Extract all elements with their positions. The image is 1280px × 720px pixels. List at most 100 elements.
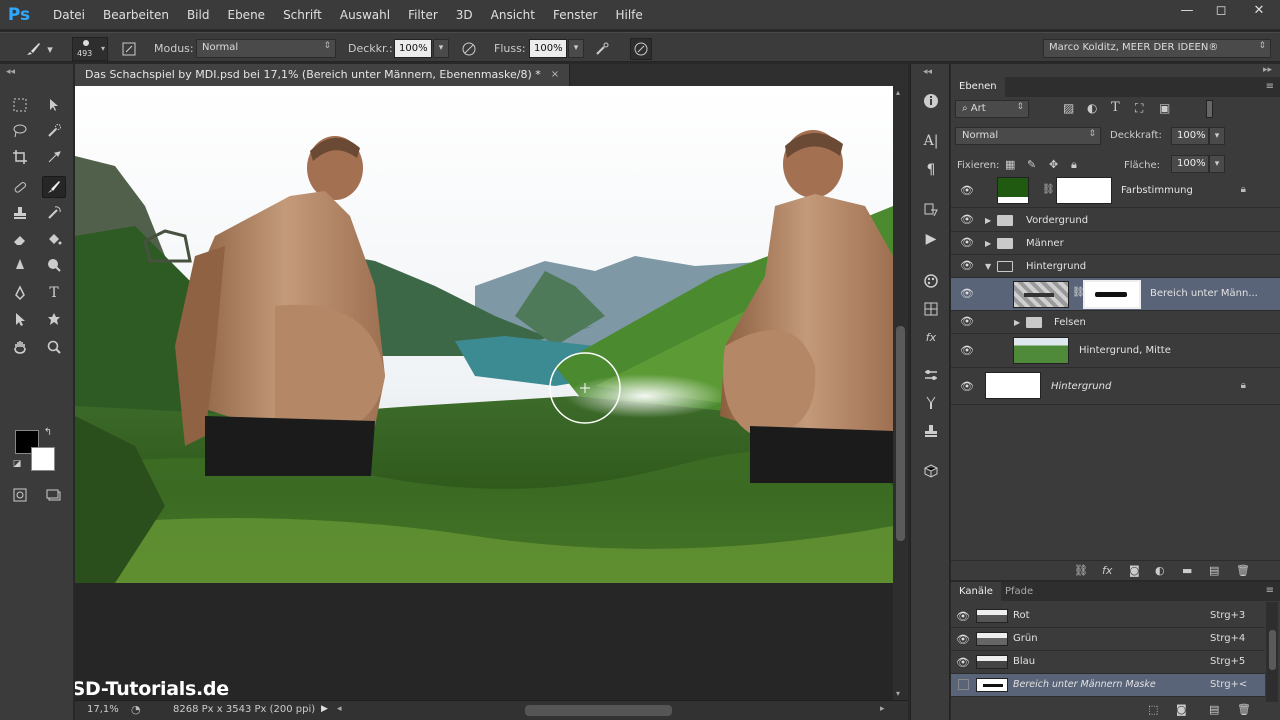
pressure-size-icon[interactable] bbox=[630, 38, 652, 60]
marquee-tool-icon[interactable] bbox=[8, 94, 32, 116]
paint-bucket-tool-icon[interactable] bbox=[42, 228, 66, 250]
menu-3d[interactable]: 3D bbox=[447, 0, 482, 30]
quick-selection-tool-icon[interactable] bbox=[42, 120, 66, 142]
save-selection-icon[interactable]: ◙ bbox=[1176, 703, 1187, 716]
layer-blend-mode-select[interactable]: Normal ⇕ bbox=[955, 127, 1101, 145]
menu-auswahl[interactable]: Auswahl bbox=[331, 0, 399, 30]
load-selection-icon[interactable]: ⬚ bbox=[1148, 703, 1158, 716]
screen-mode-icon[interactable] bbox=[42, 484, 66, 506]
expand-panels-icon[interactable]: ◂◂ bbox=[923, 67, 932, 77]
menu-hilfe[interactable]: Hilfe bbox=[606, 0, 651, 30]
blend-mode-select[interactable]: Normal ⇕ bbox=[196, 39, 336, 58]
lasso-tool-icon[interactable] bbox=[8, 120, 32, 142]
pen-tool-icon[interactable] bbox=[8, 282, 32, 304]
history-icon[interactable] bbox=[919, 199, 943, 221]
opacity-dropdown[interactable]: ▾ bbox=[433, 39, 449, 58]
grid-panel-icon[interactable] bbox=[919, 298, 943, 320]
expand-arrow-icon[interactable]: ▶ bbox=[985, 239, 991, 248]
zoom-level[interactable]: 17,1% bbox=[87, 704, 119, 715]
actions-play-icon[interactable]: ▶ bbox=[919, 228, 943, 250]
lock-transparent-icon[interactable]: ▦ bbox=[1005, 158, 1015, 171]
new-channel-icon[interactable]: ▤ bbox=[1209, 703, 1219, 716]
status-info-icon[interactable]: ◔ bbox=[131, 703, 141, 716]
visibility-eye-icon[interactable]: 👁︎ bbox=[960, 213, 974, 227]
lock-position-icon[interactable]: ✥ bbox=[1049, 158, 1058, 171]
horizontal-scroll-thumb[interactable] bbox=[525, 705, 672, 716]
swatches-icon[interactable] bbox=[919, 270, 943, 292]
workspace-select[interactable]: Marco Kolditz, MEER DER IDEEN® ⇕ bbox=[1043, 39, 1271, 58]
fill-dropdown[interactable]: ▾ bbox=[1209, 155, 1225, 173]
document-canvas[interactable] bbox=[75, 86, 893, 583]
crop-tool-icon[interactable] bbox=[8, 146, 32, 168]
dodge-tool-icon[interactable] bbox=[42, 254, 66, 276]
new-group-icon[interactable]: ▬ bbox=[1182, 564, 1192, 577]
vertical-scroll-thumb[interactable] bbox=[896, 326, 905, 541]
tab-channels[interactable]: Kanäle bbox=[951, 582, 1001, 602]
visibility-eye-icon[interactable]: 👁︎ bbox=[960, 236, 974, 250]
tool-preset-dropdown-icon[interactable]: ▾ bbox=[44, 38, 56, 60]
layer-row[interactable]: 👁︎ ⛓︎ Farbstimmung 🔒︎ bbox=[951, 174, 1280, 208]
visibility-eye-icon[interactable]: 👁︎ bbox=[960, 315, 974, 329]
fill-input[interactable]: 100% bbox=[1171, 155, 1209, 173]
menu-bild[interactable]: Bild bbox=[178, 0, 219, 30]
pressure-opacity-icon[interactable] bbox=[458, 38, 480, 60]
add-layer-style-icon[interactable]: fx bbox=[1102, 564, 1112, 577]
new-adjustment-layer-icon[interactable]: ◐ bbox=[1155, 564, 1165, 577]
hand-tool-icon[interactable] bbox=[8, 336, 32, 358]
filter-toggle[interactable] bbox=[1206, 100, 1213, 118]
history-brush-tool-icon[interactable] bbox=[42, 202, 66, 224]
paragraph-icon[interactable]: ¶ bbox=[919, 159, 943, 181]
brush-presets-icon[interactable] bbox=[919, 392, 943, 414]
maximize-button[interactable]: ◻ bbox=[1204, 0, 1238, 20]
filter-adjustment-icon[interactable]: ◐ bbox=[1087, 101, 1097, 115]
opacity-input[interactable]: 100% bbox=[394, 39, 432, 58]
brush-preset-picker[interactable]: 493 ▾ bbox=[72, 37, 108, 61]
flow-input[interactable]: 100% bbox=[529, 39, 567, 58]
layer-opacity-dropdown[interactable]: ▾ bbox=[1209, 127, 1225, 145]
layer-row-selected[interactable]: 👁︎ ⛓︎ Bereich unter Männ... bbox=[951, 278, 1280, 311]
canvas-area[interactable]: PSD-Tutorials.de bbox=[75, 86, 893, 700]
channel-row[interactable]: 👁︎ Rot Strg+3 bbox=[951, 605, 1265, 628]
collapse-arrow-icon[interactable]: ▼ bbox=[985, 262, 991, 271]
custom-shape-tool-icon[interactable] bbox=[42, 308, 66, 330]
close-button[interactable]: ✕ bbox=[1238, 0, 1280, 20]
expand-arrow-icon[interactable]: ▶ bbox=[985, 216, 991, 225]
visibility-eye-icon[interactable]: 👁︎ bbox=[960, 184, 974, 198]
adjustments-icon[interactable] bbox=[919, 364, 943, 386]
menu-ebene[interactable]: Ebene bbox=[218, 0, 274, 30]
zoom-tool-icon[interactable] bbox=[42, 336, 66, 358]
lock-image-icon[interactable]: ✎ bbox=[1027, 158, 1036, 171]
link-icon[interactable]: ⛓︎ bbox=[1042, 184, 1055, 195]
quick-mask-icon[interactable] bbox=[8, 416, 32, 438]
background-color-swatch[interactable] bbox=[31, 447, 55, 471]
new-layer-icon[interactable]: ▤ bbox=[1209, 564, 1219, 577]
move-tool-icon[interactable] bbox=[42, 94, 66, 116]
channel-row-selected[interactable]: Bereich unter Männern Maske Strg+< bbox=[951, 674, 1265, 697]
status-menu-arrow-icon[interactable]: ▶ bbox=[321, 704, 328, 714]
airbrush-icon[interactable] bbox=[592, 38, 614, 60]
vertical-scrollbar[interactable]: ▴ ▾ bbox=[893, 86, 908, 700]
tab-layers[interactable]: Ebenen bbox=[951, 77, 1005, 97]
collapse-panel-icon[interactable]: ▸▸ bbox=[1263, 65, 1272, 75]
mask-thumbnail[interactable] bbox=[1083, 280, 1141, 309]
clone-source-icon[interactable] bbox=[919, 420, 943, 442]
menu-bearbeiten[interactable]: Bearbeiten bbox=[94, 0, 178, 30]
close-tab-icon[interactable]: × bbox=[551, 64, 559, 86]
clone-stamp-tool-icon[interactable] bbox=[8, 202, 32, 224]
lock-all-icon[interactable]: 🔒︎ bbox=[1071, 158, 1077, 172]
default-colors-icon[interactable]: ◪ bbox=[10, 457, 24, 471]
link-layers-icon[interactable]: ⛓︎ bbox=[1074, 564, 1088, 577]
brush-panel-toggle-icon[interactable] bbox=[118, 38, 140, 60]
styles-fx-icon[interactable]: fx bbox=[919, 326, 943, 348]
channel-row[interactable]: 👁︎ Grün Strg+4 bbox=[951, 628, 1265, 651]
document-tab[interactable]: Das Schachspiel by MDI.psd bei 17,1% (Be… bbox=[75, 64, 571, 86]
swap-colors-icon[interactable]: ↰ bbox=[40, 424, 56, 440]
visibility-eye-icon[interactable]: 👁︎ bbox=[956, 633, 970, 647]
mask-thumbnail[interactable] bbox=[1056, 177, 1112, 204]
eraser-tool-icon[interactable] bbox=[8, 228, 32, 250]
filter-smart-object-icon[interactable]: ▣ bbox=[1159, 101, 1170, 115]
scroll-up-icon[interactable]: ▴ bbox=[896, 88, 900, 97]
visibility-eye-icon[interactable]: 👁︎ bbox=[956, 656, 970, 670]
visibility-eye-icon[interactable]: 👁︎ bbox=[960, 259, 974, 273]
quick-mask-mode-icon[interactable] bbox=[8, 484, 32, 506]
